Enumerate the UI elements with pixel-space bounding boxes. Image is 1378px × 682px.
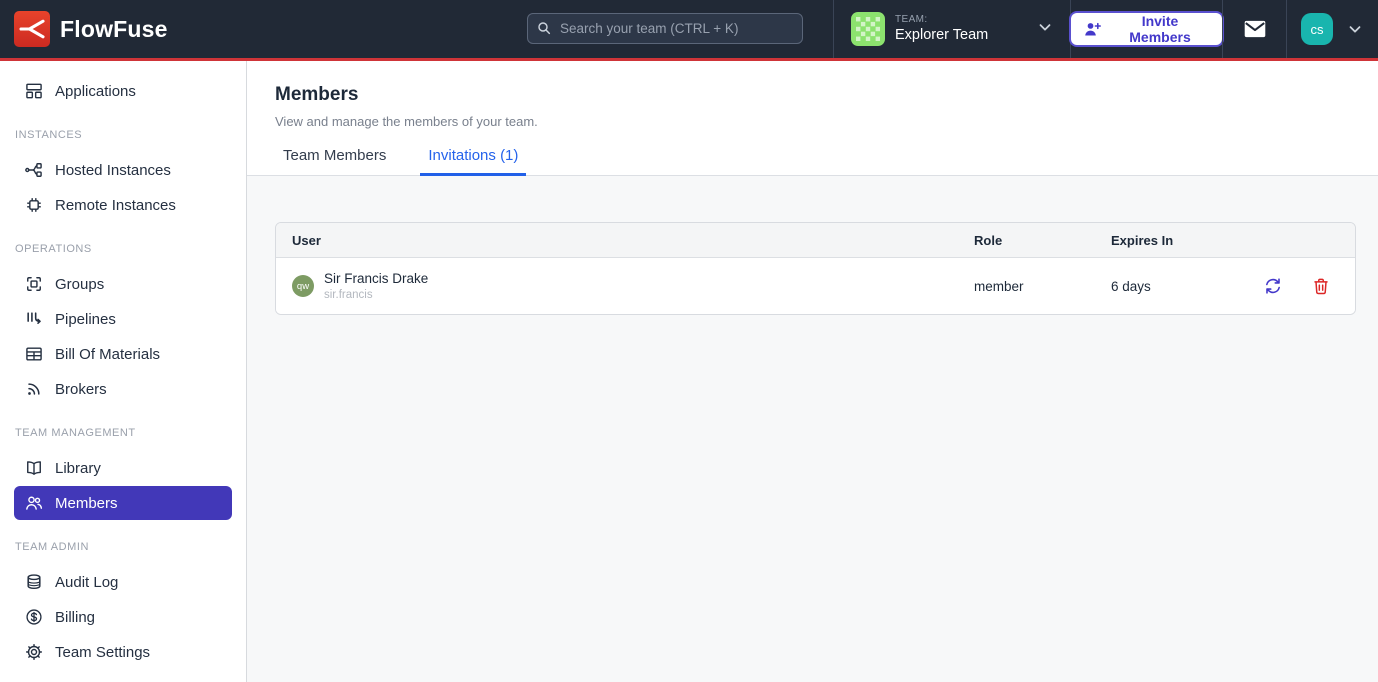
user-cell: qw Sir Francis Drake sir.francis — [276, 271, 974, 301]
notifications-button[interactable] — [1222, 0, 1286, 58]
applications-icon — [24, 81, 44, 101]
tab-invitations[interactable]: Invitations (1) — [420, 147, 526, 175]
sidebar-item-billing[interactable]: Billing — [14, 600, 232, 634]
sidebar-item-library[interactable]: Library — [14, 451, 232, 485]
role-cell: member — [974, 279, 1111, 294]
hosted-instances-icon — [24, 160, 44, 180]
tab-team-members[interactable]: Team Members — [275, 147, 394, 175]
brand-name: FlowFuse — [60, 16, 168, 43]
sidebar-section-instances: INSTANCES — [15, 129, 232, 141]
team-settings-icon — [24, 642, 44, 662]
billing-icon — [24, 607, 44, 627]
user-menu[interactable]: cs — [1286, 0, 1378, 58]
invitations-table: User Role Expires In qw Sir Francis Drak… — [275, 222, 1356, 315]
bill-of-materials-icon — [24, 344, 44, 364]
expires-cell: 6 days — [1111, 279, 1263, 294]
sidebar-item-label: Brokers — [55, 381, 107, 398]
team-avatar-icon — [851, 12, 885, 46]
invite-members-button[interactable]: Invite Members — [1071, 13, 1222, 45]
sidebar-item-label: Audit Log — [55, 574, 118, 591]
trash-icon — [1311, 276, 1331, 296]
sidebar-section-team-admin: TEAM ADMIN — [15, 541, 232, 553]
sidebar-item-label: Applications — [55, 83, 136, 100]
envelope-icon — [1242, 16, 1268, 42]
sidebar-item-label: Groups — [55, 276, 104, 293]
remote-instances-icon — [24, 195, 44, 215]
team-name: Explorer Team — [895, 26, 988, 44]
sidebar-item-label: Remote Instances — [55, 197, 176, 214]
team-selector[interactable]: TEAM: Explorer Team — [833, 0, 1070, 58]
sidebar-item-label: Members — [55, 495, 118, 512]
sidebar-item-bill-of-materials[interactable]: Bill Of Materials — [14, 337, 232, 371]
team-selector-text: TEAM: Explorer Team — [895, 14, 988, 45]
member-identity: Sir Francis Drake sir.francis — [324, 271, 428, 301]
main-content: Members View and manage the members of y… — [247, 61, 1378, 682]
sidebar-item-team-settings[interactable]: Team Settings — [14, 635, 232, 669]
sidebar-item-label: Pipelines — [55, 311, 116, 328]
tab-bar: Team Members Invitations (1) — [247, 147, 1378, 176]
resend-invite-button[interactable] — [1263, 276, 1283, 296]
search-input[interactable] — [527, 13, 803, 44]
refresh-icon — [1263, 276, 1283, 296]
actions-cell — [1263, 276, 1355, 296]
top-navbar: FlowFuse TEAM: Explorer — [0, 0, 1378, 61]
library-icon — [24, 458, 44, 478]
sidebar-section-team-management: TEAM MANAGEMENT — [15, 427, 232, 439]
sidebar-item-label: Billing — [55, 609, 95, 626]
user-plus-icon — [1083, 20, 1102, 39]
sidebar-item-groups[interactable]: Groups — [14, 267, 232, 301]
search-icon — [536, 20, 552, 41]
pipelines-icon — [24, 309, 44, 329]
invite-members-label: Invite Members — [1110, 13, 1210, 45]
sidebar-item-members[interactable]: Members — [14, 486, 232, 520]
sidebar-section-operations: OPERATIONS — [15, 243, 232, 255]
member-avatar: qw — [292, 275, 314, 297]
page-title: Members — [275, 84, 1350, 106]
page-header: Members View and manage the members of y… — [247, 61, 1378, 129]
groups-icon — [24, 274, 44, 294]
sidebar-item-hosted-instances[interactable]: Hosted Instances — [14, 153, 232, 187]
page-subtitle: View and manage the members of your team… — [275, 114, 1350, 129]
navbar-right: TEAM: Explorer Team Invite Members — [833, 0, 1378, 58]
sidebar: Applications INSTANCES Hosted Instances … — [0, 61, 247, 682]
sidebar-item-applications[interactable]: Applications — [14, 74, 232, 108]
invite-section: Invite Members — [1070, 0, 1222, 58]
sidebar-item-remote-instances[interactable]: Remote Instances — [14, 188, 232, 222]
team-label: TEAM: — [895, 14, 988, 27]
sidebar-item-brokers[interactable]: Brokers — [14, 372, 232, 406]
flowfuse-logo-icon — [14, 11, 50, 47]
member-username: sir.francis — [324, 289, 428, 301]
delete-invite-button[interactable] — [1311, 276, 1331, 296]
column-header-role: Role — [974, 233, 1111, 248]
sidebar-item-audit-log[interactable]: Audit Log — [14, 565, 232, 599]
sidebar-item-pipelines[interactable]: Pipelines — [14, 302, 232, 336]
member-name: Sir Francis Drake — [324, 271, 428, 286]
column-header-expires-in: Expires In — [1111, 233, 1263, 248]
chevron-down-icon — [1036, 18, 1054, 41]
sidebar-item-label: Library — [55, 460, 101, 477]
audit-log-icon — [24, 572, 44, 592]
column-header-user: User — [276, 233, 974, 248]
brokers-icon — [24, 379, 44, 399]
team-search — [527, 13, 803, 44]
table-header-row: User Role Expires In — [276, 223, 1355, 258]
tab-content: User Role Expires In qw Sir Francis Drak… — [247, 176, 1378, 682]
brand[interactable]: FlowFuse — [0, 11, 168, 47]
members-icon — [24, 493, 44, 513]
sidebar-item-label: Bill Of Materials — [55, 346, 160, 363]
table-row: qw Sir Francis Drake sir.francis member … — [276, 258, 1355, 314]
sidebar-item-label: Team Settings — [55, 644, 150, 661]
sidebar-item-label: Hosted Instances — [55, 162, 171, 179]
chevron-down-icon — [1346, 20, 1364, 38]
user-avatar: cs — [1301, 13, 1333, 45]
